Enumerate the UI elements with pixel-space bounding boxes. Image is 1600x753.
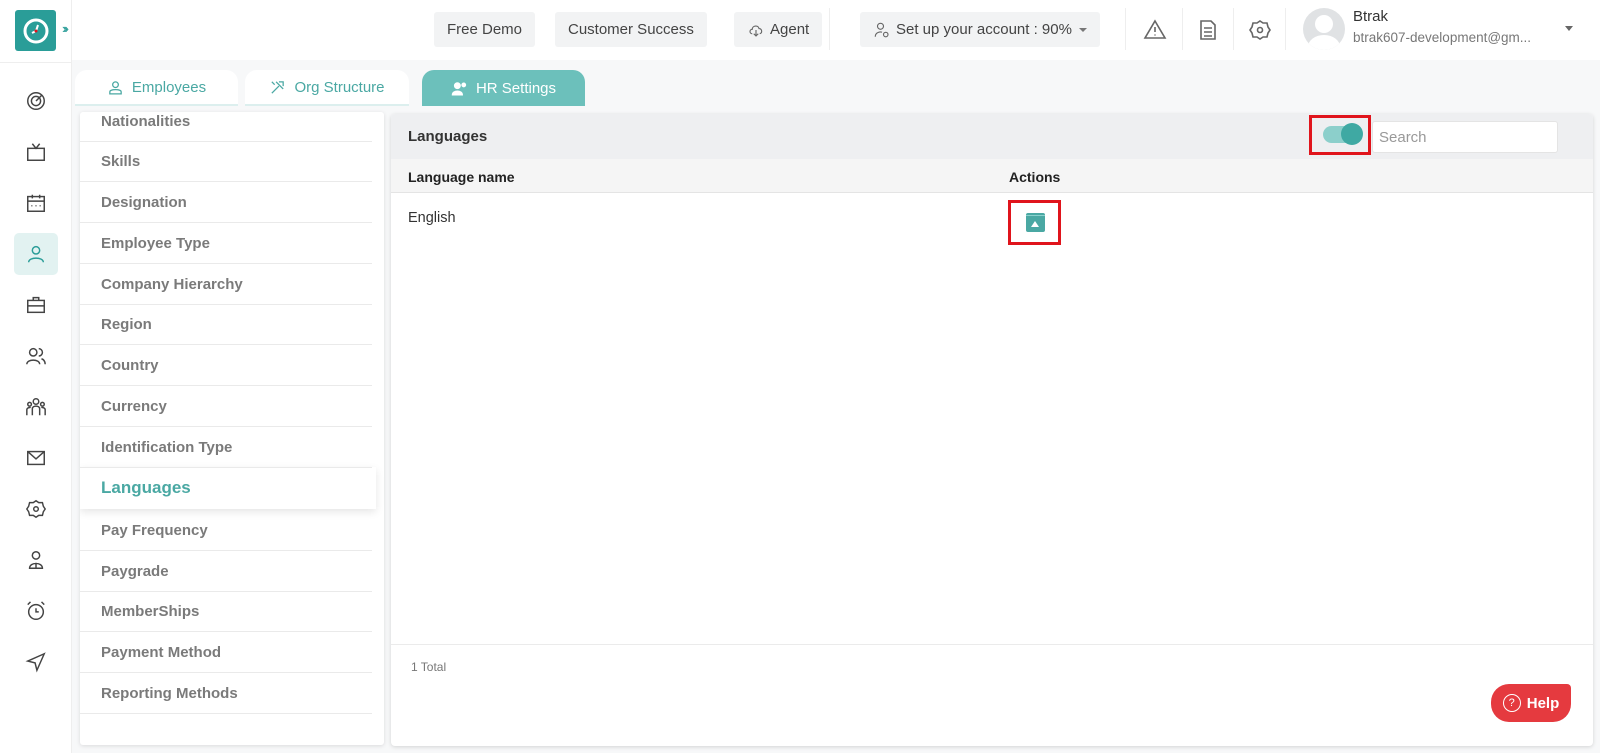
menu-item-paygrade[interactable]: Paygrade bbox=[80, 551, 372, 592]
nav-send-icon[interactable] bbox=[14, 641, 58, 683]
nav-alarm-clock-icon[interactable] bbox=[14, 590, 58, 632]
question-circle-icon: ? bbox=[1502, 694, 1521, 712]
menu-item-memberships[interactable]: MemberShips bbox=[80, 591, 372, 632]
nav-team-icon[interactable] bbox=[14, 386, 58, 428]
divider bbox=[391, 644, 1593, 645]
archive-toggle[interactable] bbox=[1323, 123, 1363, 145]
language-name-cell: English bbox=[408, 210, 456, 226]
menu-item-nationalities[interactable]: Nationalities bbox=[80, 112, 372, 142]
clock-logo-icon[interactable] bbox=[15, 10, 56, 51]
panel-title: Languages bbox=[408, 128, 488, 145]
avatar[interactable] bbox=[1303, 8, 1345, 50]
nav-calendar-icon[interactable] bbox=[14, 182, 58, 224]
table-header: Language name Actions bbox=[391, 159, 1593, 193]
chevrons-right-icon[interactable]: ››› bbox=[62, 21, 69, 36]
agent-button[interactable]: Agent bbox=[734, 12, 823, 47]
tab-org-structure[interactable]: Org Structure bbox=[245, 70, 409, 106]
nav-user-icon[interactable] bbox=[14, 233, 58, 275]
menu-item-languages[interactable]: Languages bbox=[80, 467, 376, 509]
languages-panel: Languages Language name Actions English … bbox=[391, 114, 1593, 746]
user-name: Btrak bbox=[1353, 8, 1389, 25]
cloud-download-icon bbox=[749, 25, 763, 37]
user-settings-icon bbox=[451, 81, 467, 96]
setup-account-dropdown[interactable]: Set up your account : 90% bbox=[860, 12, 1100, 47]
divider bbox=[1233, 8, 1234, 50]
nav-briefcase-icon[interactable] bbox=[14, 284, 58, 326]
menu-item-currency[interactable]: Currency bbox=[80, 386, 372, 427]
menu-item-employee-type[interactable]: Employee Type bbox=[80, 223, 372, 264]
divider bbox=[1125, 8, 1126, 50]
tab-label: Employees bbox=[131, 78, 207, 96]
nav-users-icon[interactable] bbox=[14, 335, 58, 377]
customer-success-button[interactable]: Customer Success bbox=[555, 12, 707, 47]
help-button[interactable]: ? Help bbox=[1491, 684, 1571, 722]
gear-icon[interactable] bbox=[1248, 18, 1272, 42]
divider bbox=[1285, 8, 1286, 50]
document-icon[interactable] bbox=[1196, 18, 1220, 42]
column-header-language-name[interactable]: Language name bbox=[408, 169, 515, 185]
tab-hr-settings[interactable]: HR Settings bbox=[422, 70, 585, 106]
user-email: btrak607-development@gm... bbox=[1353, 30, 1532, 45]
setup-account-label: Set up your account : 90% bbox=[896, 21, 1072, 38]
nav-gear-icon[interactable] bbox=[14, 488, 58, 530]
user-settings-icon bbox=[874, 22, 889, 37]
customer-success-label: Customer Success bbox=[568, 21, 694, 38]
toggle-knob bbox=[1341, 123, 1363, 145]
tools-icon bbox=[271, 80, 285, 94]
divider bbox=[1182, 8, 1183, 50]
help-label: Help bbox=[1526, 694, 1560, 712]
menu-item-designation[interactable]: Designation bbox=[80, 182, 372, 223]
menu-item-company-hierarchy[interactable]: Company Hierarchy bbox=[80, 264, 372, 305]
panel-header: Languages bbox=[391, 114, 1593, 159]
search-input[interactable] bbox=[1372, 121, 1558, 153]
menu-item-reporting-methods[interactable]: Reporting Methods bbox=[80, 673, 372, 714]
menu-item-identification-type[interactable]: Identification Type bbox=[80, 427, 372, 468]
caret-down-icon bbox=[1078, 27, 1087, 32]
user-menu-caret-icon[interactable] bbox=[1565, 26, 1573, 31]
menu-item-skills[interactable]: Skills bbox=[80, 141, 372, 182]
hr-settings-menu: Nationalities Skills Designation Employe… bbox=[80, 112, 384, 745]
tab-employees[interactable]: Employees bbox=[75, 70, 238, 106]
menu-item-country[interactable]: Country bbox=[80, 345, 372, 386]
left-navigation: ››› bbox=[0, 0, 72, 753]
column-header-actions: Actions bbox=[1009, 169, 1061, 185]
total-count: 1 Total bbox=[411, 660, 447, 674]
free-demo-button[interactable]: Free Demo bbox=[434, 12, 536, 47]
warning-icon[interactable] bbox=[1143, 18, 1167, 42]
agent-label: Agent bbox=[770, 21, 810, 38]
nav-target-icon[interactable] bbox=[14, 80, 58, 122]
tab-label: HR Settings bbox=[475, 79, 557, 97]
menu-item-payment-method[interactable]: Payment Method bbox=[80, 632, 372, 673]
nav-mail-icon[interactable] bbox=[14, 437, 58, 479]
nav-user-badge-icon[interactable] bbox=[14, 539, 58, 581]
divider bbox=[829, 8, 830, 50]
free-demo-label: Free Demo bbox=[447, 21, 523, 38]
divider bbox=[0, 62, 72, 63]
unarchive-icon[interactable] bbox=[1026, 213, 1045, 232]
user-icon bbox=[109, 80, 122, 95]
menu-item-pay-frequency[interactable]: Pay Frequency bbox=[80, 510, 372, 551]
menu-item-region[interactable]: Region bbox=[80, 304, 372, 345]
nav-tv-icon[interactable] bbox=[14, 131, 58, 173]
tab-label: Org Structure bbox=[294, 78, 385, 96]
